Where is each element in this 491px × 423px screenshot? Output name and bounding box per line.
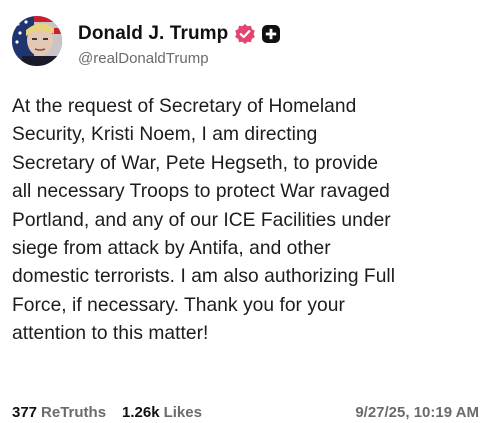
post-stats: 377 ReTruths 1.26k Likes	[12, 404, 202, 421]
post-text-line: all necessary Troops to protect War rava…	[12, 181, 390, 203]
likes-label: Likes	[163, 404, 202, 421]
retruths-label: ReTruths	[41, 404, 107, 421]
truth-social-post: Donald J. Trump @realDonaldTrump At the …	[0, 0, 491, 423]
post-text-line: Force, if necessary. Thank you for your	[12, 294, 345, 316]
likes-stat[interactable]: 1.26k Likes	[122, 404, 202, 421]
plus-badge-icon	[261, 24, 281, 44]
post-text: At the request of Secretary of Homeland …	[12, 93, 482, 349]
retruths-count: 377	[12, 404, 38, 421]
post-text-line: domestic terrorists. I am also authorizi…	[12, 266, 396, 288]
post-timestamp[interactable]: 9/27/25, 10:19 AM	[355, 404, 479, 421]
post-text-line: Security, Kristi Noem, I am directing	[12, 124, 318, 146]
avatar-image	[12, 16, 62, 66]
post-text-line: Secretary of War, Pete Hegseth, to provi…	[12, 152, 379, 174]
verified-badge-icon	[234, 23, 256, 45]
author-avatar[interactable]	[12, 16, 62, 66]
author-header: Donald J. Trump @realDonaldTrump	[78, 22, 281, 67]
post-text-line: attention to this matter!	[12, 323, 209, 345]
likes-count: 1.26k	[122, 404, 160, 421]
display-name-row: Donald J. Trump	[78, 22, 281, 46]
retruths-stat[interactable]: 377 ReTruths	[12, 404, 106, 421]
author-handle[interactable]: @realDonaldTrump	[78, 50, 281, 67]
post-text-line: Portland, and any of our ICE Facilities …	[12, 209, 391, 231]
author-display-name[interactable]: Donald J. Trump	[78, 23, 228, 45]
post-text-line: At the request of Secretary of Homeland	[12, 96, 357, 117]
post-text-line: siege from attack by Antifa, and other	[12, 238, 331, 260]
